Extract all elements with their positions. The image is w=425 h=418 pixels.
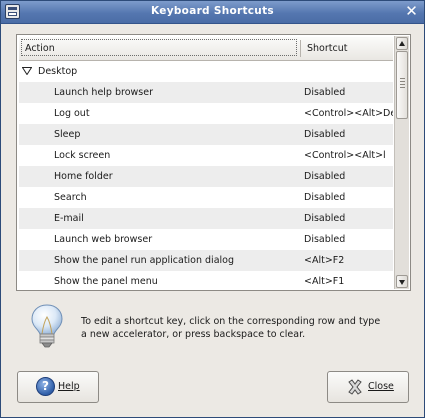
instruction-text: To edit a shortcut key, click on the cor… — [81, 316, 381, 340]
row-action: E-mail — [54, 213, 84, 224]
tree-header: Action Shortcut — [19, 37, 393, 61]
close-button[interactable]: Close — [327, 371, 409, 403]
scroll-down-arrow-icon[interactable] — [396, 275, 408, 288]
row-action: Launch web browser — [54, 234, 153, 245]
column-header-shortcut[interactable]: Shortcut — [307, 43, 347, 54]
row-action: Log out — [54, 108, 90, 119]
row-shortcut: Disabled — [304, 192, 346, 203]
row-action: Home folder — [54, 171, 113, 182]
window-close-icon[interactable]: ✕ — [403, 3, 420, 20]
help-icon: ? — [36, 377, 55, 396]
help-button-label: Help — [58, 381, 80, 392]
table-row[interactable]: Search Disabled — [19, 187, 393, 208]
row-shortcut: <Alt>F2 — [304, 255, 345, 266]
table-row[interactable]: E-mail Disabled — [19, 208, 393, 229]
row-shortcut: Disabled — [304, 234, 346, 245]
lightbulb-icon — [29, 303, 65, 349]
close-button-label: Close — [368, 381, 394, 392]
row-action: Sleep — [54, 129, 81, 140]
table-row[interactable]: Show the panel menu <Alt>F1 — [19, 271, 393, 289]
vertical-scrollbar[interactable] — [394, 36, 409, 289]
column-separator[interactable] — [300, 40, 301, 57]
table-row[interactable]: Home folder Disabled — [19, 166, 393, 187]
table-row[interactable]: Show the panel run application dialog <A… — [19, 250, 393, 271]
table-row[interactable]: Log out <Control><Alt>Dele — [19, 103, 393, 124]
table-row[interactable]: Sleep Disabled — [19, 124, 393, 145]
row-action: Show the panel run application dialog — [54, 255, 235, 266]
group-label: Desktop — [38, 66, 78, 77]
row-action: Launch help browser — [54, 87, 153, 98]
column-header-action[interactable]: Action — [21, 39, 297, 56]
grip-icon — [400, 78, 405, 88]
scrollbar-thumb[interactable] — [396, 51, 408, 119]
shortcuts-tree[interactable]: Action Shortcut Desktop Launch help brow… — [16, 34, 411, 291]
table-row[interactable]: Launch web browser Disabled — [19, 229, 393, 250]
scroll-up-arrow-icon[interactable] — [396, 37, 408, 50]
row-shortcut: <Alt>F1 — [304, 276, 345, 287]
row-action: Show the panel menu — [54, 276, 158, 287]
title-bar[interactable]: Keyboard Shortcuts ✕ — [1, 1, 424, 24]
row-shortcut: <Control><Alt>Dele — [304, 108, 393, 119]
keyboard-shortcuts-window: Keyboard Shortcuts ✕ Action Shortcut Des… — [0, 0, 425, 418]
help-button[interactable]: ? Help — [17, 371, 99, 403]
row-shortcut: Disabled — [304, 213, 346, 224]
table-row[interactable]: Launch help browser Disabled — [19, 82, 393, 103]
close-icon — [346, 378, 364, 396]
expander-down-icon[interactable] — [21, 67, 33, 76]
window-title: Keyboard Shortcuts — [151, 5, 274, 17]
row-shortcut: Disabled — [304, 129, 346, 140]
row-shortcut: <Control><Alt>l — [304, 150, 386, 161]
row-action: Lock screen — [54, 150, 111, 161]
table-row[interactable]: Lock screen <Control><Alt>l — [19, 145, 393, 166]
tree-body: Desktop Launch help browser Disabled Log… — [19, 61, 393, 289]
tree-group-row[interactable]: Desktop — [19, 61, 393, 82]
row-action: Search — [54, 192, 87, 203]
row-shortcut: Disabled — [304, 171, 346, 182]
row-shortcut: Disabled — [304, 87, 346, 98]
